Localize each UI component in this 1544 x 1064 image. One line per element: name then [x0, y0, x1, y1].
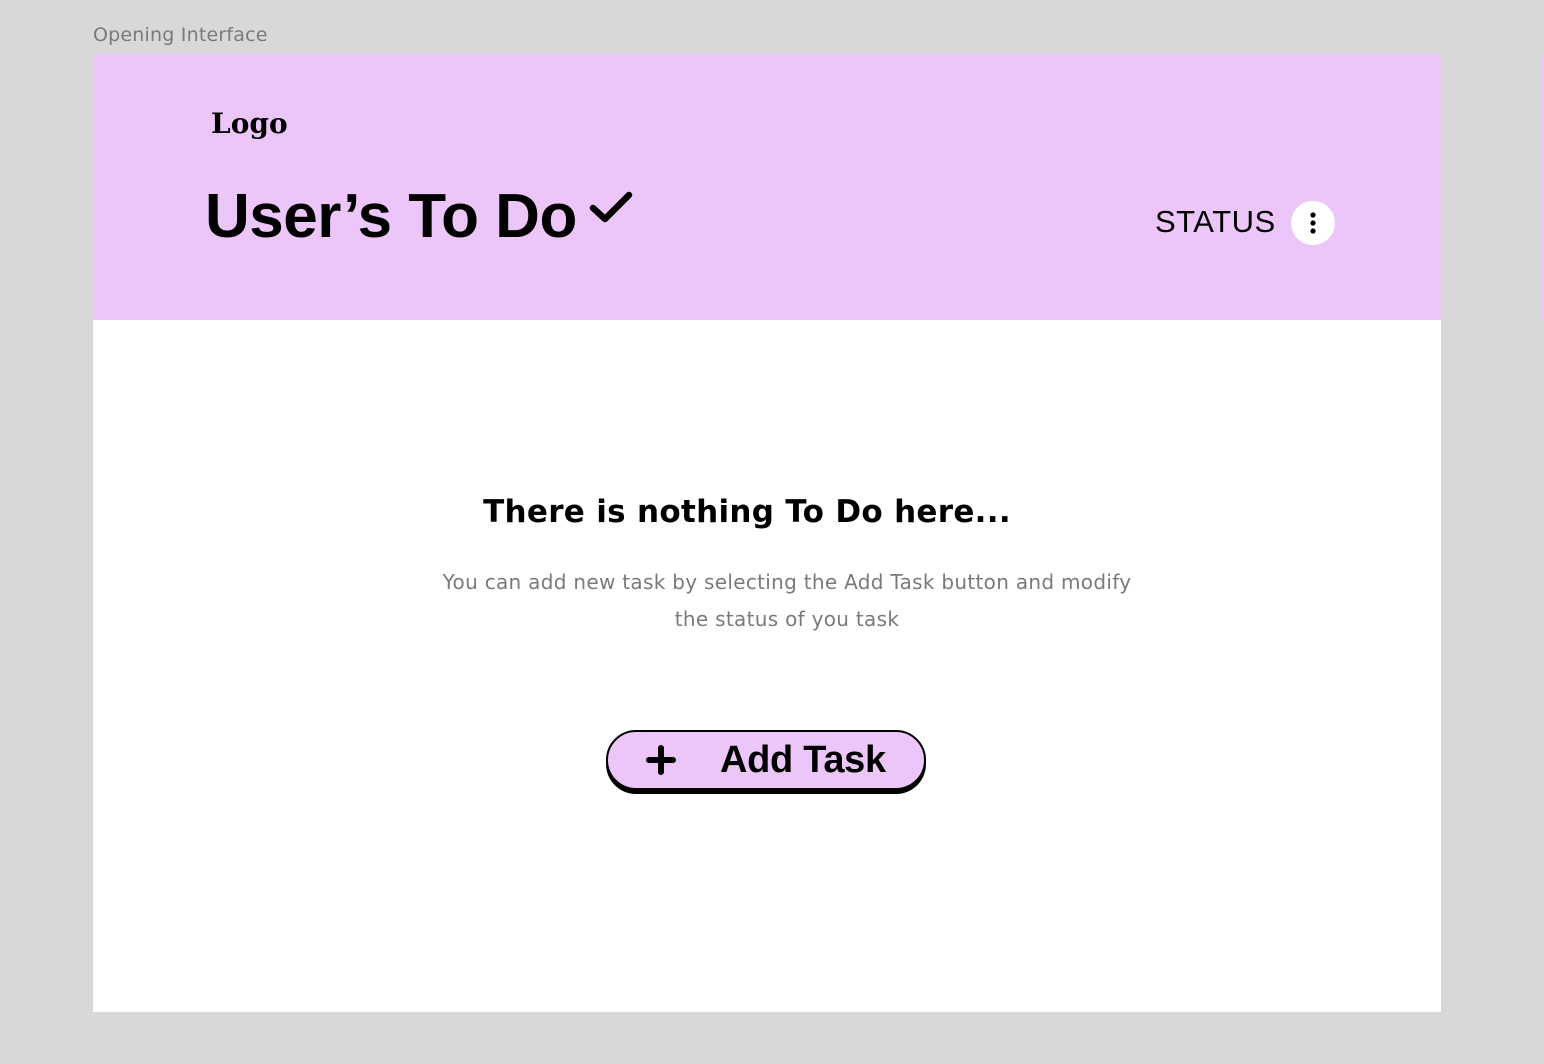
- plus-icon: [646, 745, 676, 775]
- opening-interface-frame: Logo User’s To Do STATUS There is nothin…: [93, 54, 1441, 1012]
- checkmark-icon: [589, 191, 633, 223]
- app-header: Logo User’s To Do STATUS: [93, 54, 1441, 320]
- status-menu-button[interactable]: [1291, 201, 1335, 245]
- design-canvas: Opening Interface Logo User’s To Do STAT…: [0, 0, 1544, 1064]
- page-title: User’s To Do: [205, 182, 577, 251]
- frame-label[interactable]: Opening Interface: [93, 24, 268, 46]
- add-task-label: Add Task: [720, 738, 886, 781]
- vertical-dots-icon: [1310, 212, 1316, 234]
- page-title-group: User’s To Do: [205, 186, 633, 248]
- empty-state-title: There is nothing To Do here...: [483, 494, 1011, 530]
- status-label: STATUS: [1155, 204, 1276, 239]
- logo[interactable]: Logo: [211, 107, 288, 140]
- empty-state-description: You can add new task by selecting the Ad…: [442, 570, 1132, 631]
- add-task-button[interactable]: Add Task: [606, 730, 926, 790]
